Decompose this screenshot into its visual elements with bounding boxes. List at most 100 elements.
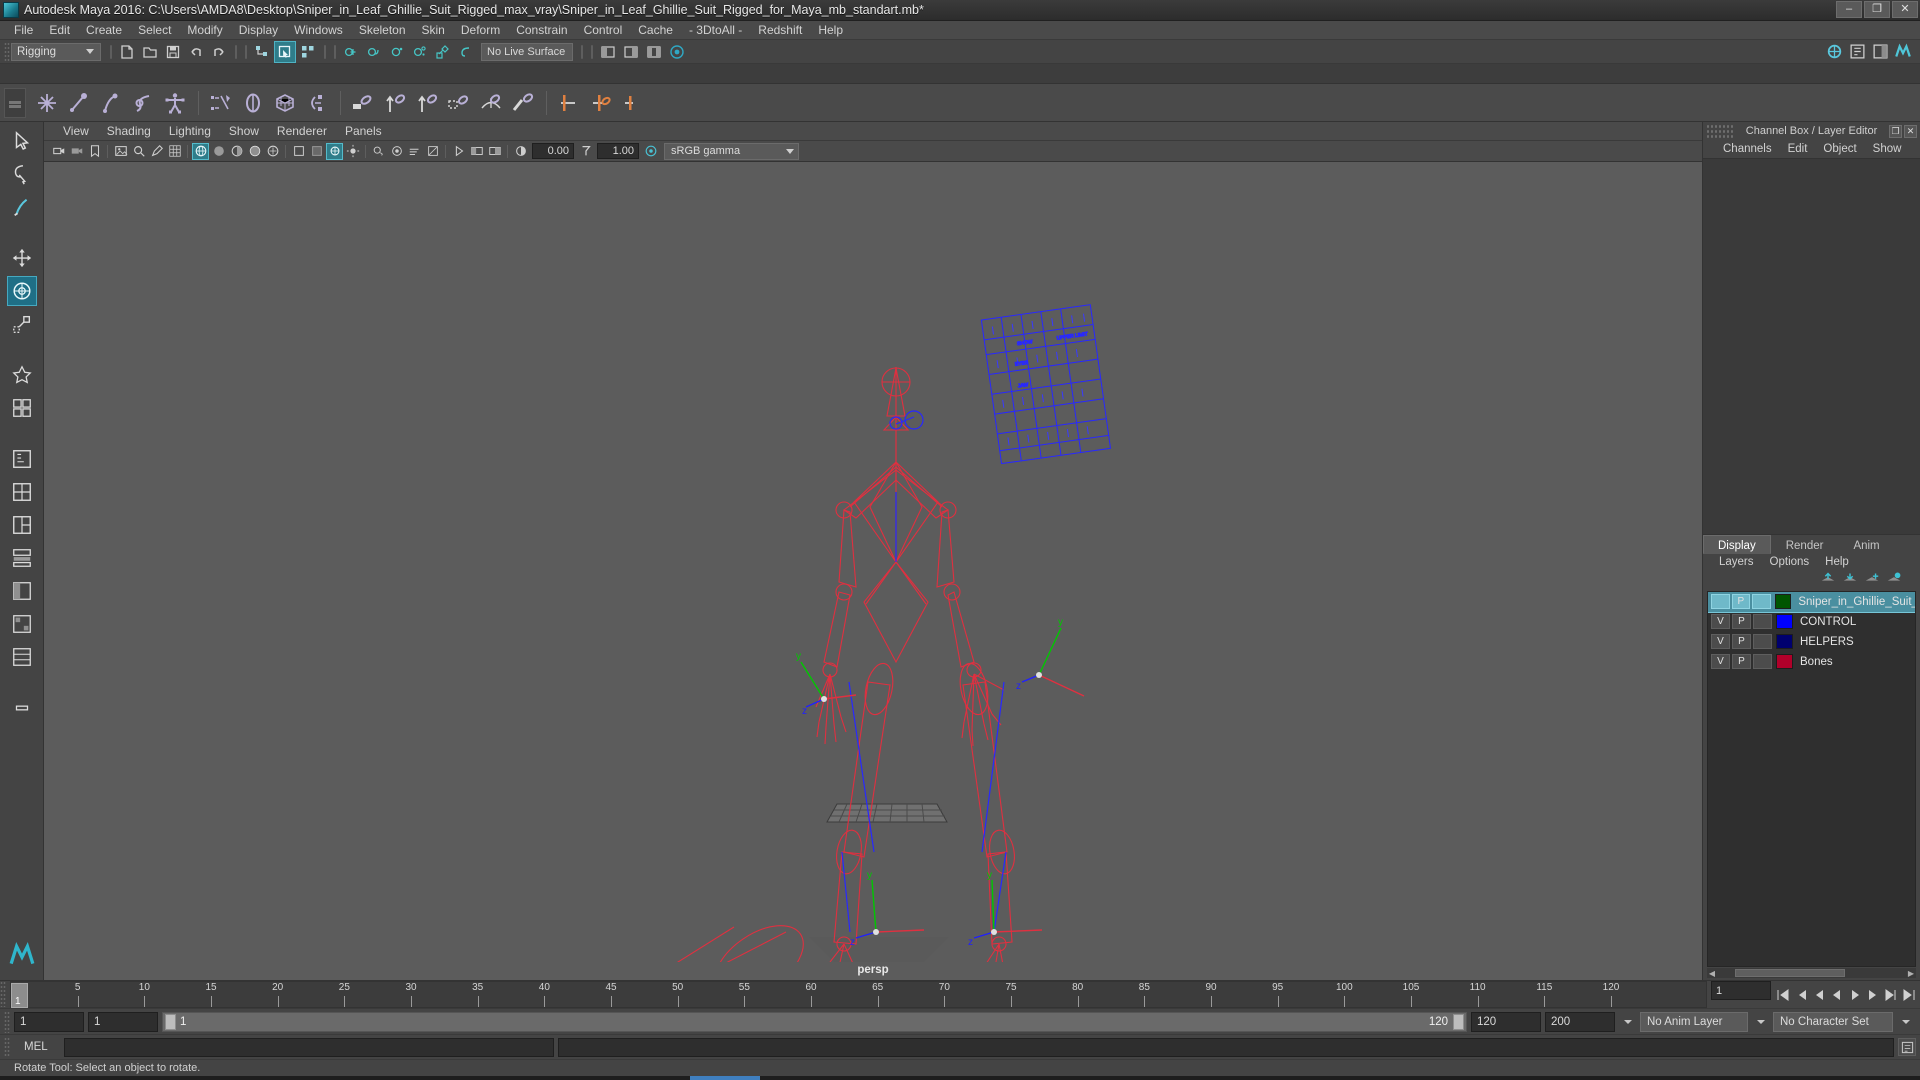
- command-output-field[interactable]: [558, 1037, 1894, 1057]
- undo-icon[interactable]: [185, 41, 207, 63]
- quick-rig-icon[interactable]: [160, 88, 190, 118]
- create-deformer-icon[interactable]: [206, 88, 236, 118]
- scale-tool-icon[interactable]: [7, 309, 37, 339]
- scroll-right-arrow-icon[interactable]: ▶: [1906, 969, 1916, 978]
- step-back-frame-icon[interactable]: [1810, 985, 1827, 1004]
- layer-name[interactable]: Bones: [1800, 656, 1833, 668]
- menu-set-selector[interactable]: Rigging: [11, 42, 101, 61]
- display-toggle-icon[interactable]: [468, 143, 485, 160]
- close-icon[interactable]: ✕: [1904, 124, 1917, 138]
- tab-anim[interactable]: Anim: [1838, 535, 1894, 554]
- orient-constraint-icon[interactable]: [618, 88, 648, 118]
- layer-row[interactable]: V P CONTROL: [1708, 612, 1915, 632]
- anim-layer-menu-icon[interactable]: [1752, 1012, 1769, 1031]
- menu-edit[interactable]: Edit: [41, 21, 78, 40]
- time-slider[interactable]: 5 10 15 20 25 30 35 40 45 50 55 60 65 70 75 80 85 90 95 100…: [10, 981, 1707, 1008]
- xray-icon[interactable]: [308, 143, 325, 160]
- isolate-select-icon[interactable]: [450, 143, 467, 160]
- mirror-skin-weights-icon[interactable]: [508, 88, 538, 118]
- layer-visibility-toggle[interactable]: V: [1711, 654, 1730, 669]
- layer-color-swatch[interactable]: [1776, 614, 1793, 629]
- show-hide-tool-settings-icon[interactable]: [643, 41, 665, 63]
- select-by-object-icon[interactable]: [274, 40, 296, 63]
- menu-help[interactable]: Help: [810, 21, 851, 40]
- exposure-value-field[interactable]: 0.00: [532, 143, 574, 159]
- step-forward-key-icon[interactable]: [1882, 985, 1899, 1004]
- gamma-icon[interactable]: [577, 143, 594, 160]
- paint-skin-weights-icon[interactable]: [444, 88, 474, 118]
- menu-windows[interactable]: Windows: [286, 21, 351, 40]
- step-back-key-icon[interactable]: [1792, 985, 1809, 1004]
- layer-visibility-toggle[interactable]: V: [1711, 614, 1730, 629]
- interactive-bind-icon[interactable]: [380, 88, 410, 118]
- minimize-button[interactable]: –: [1836, 1, 1862, 18]
- color-management-icon[interactable]: [642, 143, 659, 160]
- layout-hypershade-icon[interactable]: [7, 609, 37, 639]
- panel-menu-panels[interactable]: Panels: [336, 124, 391, 138]
- animation-start-time-field[interactable]: 1: [14, 1011, 84, 1032]
- render-view-icon[interactable]: [666, 41, 688, 63]
- display-layer-list[interactable]: P Sniper_in_Ghillie_Suit_ V P CONTROL V …: [1707, 590, 1916, 967]
- channel-box-menu-edit[interactable]: Edit: [1780, 143, 1816, 155]
- panel-menu-renderer[interactable]: Renderer: [268, 124, 336, 138]
- command-line-gripper[interactable]: [4, 1036, 10, 1058]
- layout-four-pane-icon[interactable]: [7, 543, 37, 573]
- layer-display-type-toggle[interactable]: [1753, 614, 1772, 629]
- ik-handle-tool-icon[interactable]: [64, 88, 94, 118]
- exposure-toggle-icon[interactable]: [486, 143, 503, 160]
- quad-draw-tool-icon[interactable]: [7, 393, 37, 423]
- current-time-indicator[interactable]: 1: [11, 983, 28, 1008]
- range-slider-gripper[interactable]: [4, 1010, 10, 1033]
- layer-display-type-toggle[interactable]: [1753, 634, 1772, 649]
- menu-skin[interactable]: Skin: [414, 21, 453, 40]
- cluster-deformer-icon[interactable]: [302, 88, 332, 118]
- animation-end-time-field[interactable]: 200: [1545, 1011, 1615, 1032]
- layer-name[interactable]: HELPERS: [1800, 636, 1854, 648]
- layout-more-icon[interactable]: [7, 693, 37, 723]
- range-end-handle[interactable]: [1453, 1013, 1464, 1030]
- shelf-options-handle[interactable]: [4, 87, 26, 118]
- lattice-deformer-icon[interactable]: [238, 88, 268, 118]
- use-default-material-icon[interactable]: [290, 143, 307, 160]
- channel-box-menu-object[interactable]: Object: [1815, 143, 1864, 155]
- menu-create[interactable]: Create: [78, 21, 130, 40]
- layer-menu-layers[interactable]: Layers: [1711, 556, 1762, 568]
- snap-to-view-plane-icon[interactable]: [432, 41, 454, 63]
- lasso-select-tool-icon[interactable]: [7, 159, 37, 189]
- panel-menu-show[interactable]: Show: [220, 124, 268, 138]
- channel-box-content[interactable]: [1703, 158, 1920, 534]
- layout-outliner-persp-icon[interactable]: [7, 576, 37, 606]
- range-slider-bar[interactable]: 1 120: [162, 1011, 1467, 1032]
- image-plane-icon[interactable]: [112, 143, 129, 160]
- playback-options-icon[interactable]: [1619, 1012, 1636, 1031]
- grease-pencil-icon[interactable]: [148, 143, 165, 160]
- go-to-end-icon[interactable]: [1900, 985, 1917, 1004]
- menu-redshift[interactable]: Redshift: [750, 21, 810, 40]
- ik-spring-handle-tool-icon[interactable]: [128, 88, 158, 118]
- layer-menu-options[interactable]: Options: [1762, 556, 1818, 568]
- range-start-handle[interactable]: [165, 1013, 176, 1030]
- smooth-shade-all-icon[interactable]: [210, 143, 227, 160]
- sidebar-channel-box-icon[interactable]: [1869, 41, 1891, 63]
- layer-playback-toggle[interactable]: P: [1732, 634, 1751, 649]
- wireframe-on-shaded-icon[interactable]: [246, 143, 263, 160]
- make-live-icon[interactable]: [455, 41, 477, 63]
- show-hide-attribute-editor-icon[interactable]: [620, 41, 642, 63]
- time-slider-gripper[interactable]: [0, 981, 6, 1007]
- viewport-grid-icon[interactable]: [166, 143, 183, 160]
- create-layer-from-selected-icon[interactable]: [1886, 571, 1902, 588]
- move-tool-icon[interactable]: [7, 243, 37, 273]
- layout-single-pane-icon[interactable]: [7, 444, 37, 474]
- menu-constrain[interactable]: Constrain: [508, 21, 575, 40]
- menu-3dtoall[interactable]: - 3DtoAll -: [681, 21, 750, 40]
- parent-constraint-icon[interactable]: [554, 88, 584, 118]
- character-set-selector[interactable]: No Character Set: [1773, 1011, 1893, 1032]
- shadows-icon[interactable]: [370, 143, 387, 160]
- move-layer-down-icon[interactable]: [1842, 571, 1858, 588]
- layout-three-pane-icon[interactable]: [7, 510, 37, 540]
- menu-display[interactable]: Display: [231, 21, 286, 40]
- layer-color-swatch[interactable]: [1776, 634, 1793, 649]
- play-backwards-icon[interactable]: [1828, 985, 1845, 1004]
- taskbar-active-window[interactable]: [690, 1076, 760, 1080]
- layer-row[interactable]: P Sniper_in_Ghillie_Suit_: [1708, 591, 1915, 613]
